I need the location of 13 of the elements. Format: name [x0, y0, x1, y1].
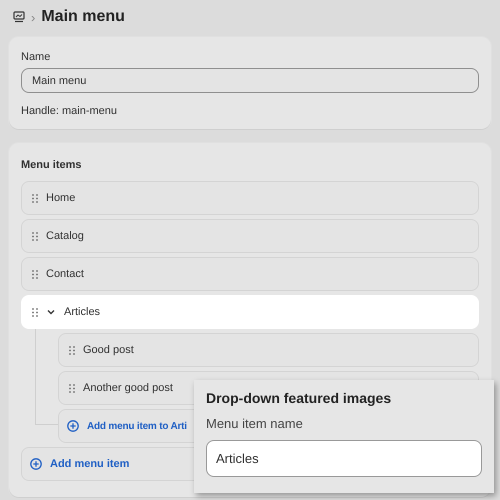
- menu-item-label: Catalog: [46, 230, 84, 242]
- menu-item-label: Contact: [46, 268, 84, 280]
- field-label: Name: [21, 51, 52, 63]
- breadcrumb-separator: ›: [31, 10, 36, 24]
- submenu-item-label: Good post: [83, 344, 134, 356]
- handle-text: Handle: main-menu: [21, 105, 118, 117]
- submenu-item-label: Another good post: [83, 382, 173, 394]
- field-label: Menu item name: [206, 416, 304, 431]
- menu-item-label: Home: [46, 192, 76, 204]
- menu-item-label: Articles: [64, 306, 100, 318]
- card-title: Menu items: [21, 159, 83, 171]
- page-title: Main menu: [41, 8, 125, 26]
- popover-title: Drop-down featured images: [206, 390, 392, 406]
